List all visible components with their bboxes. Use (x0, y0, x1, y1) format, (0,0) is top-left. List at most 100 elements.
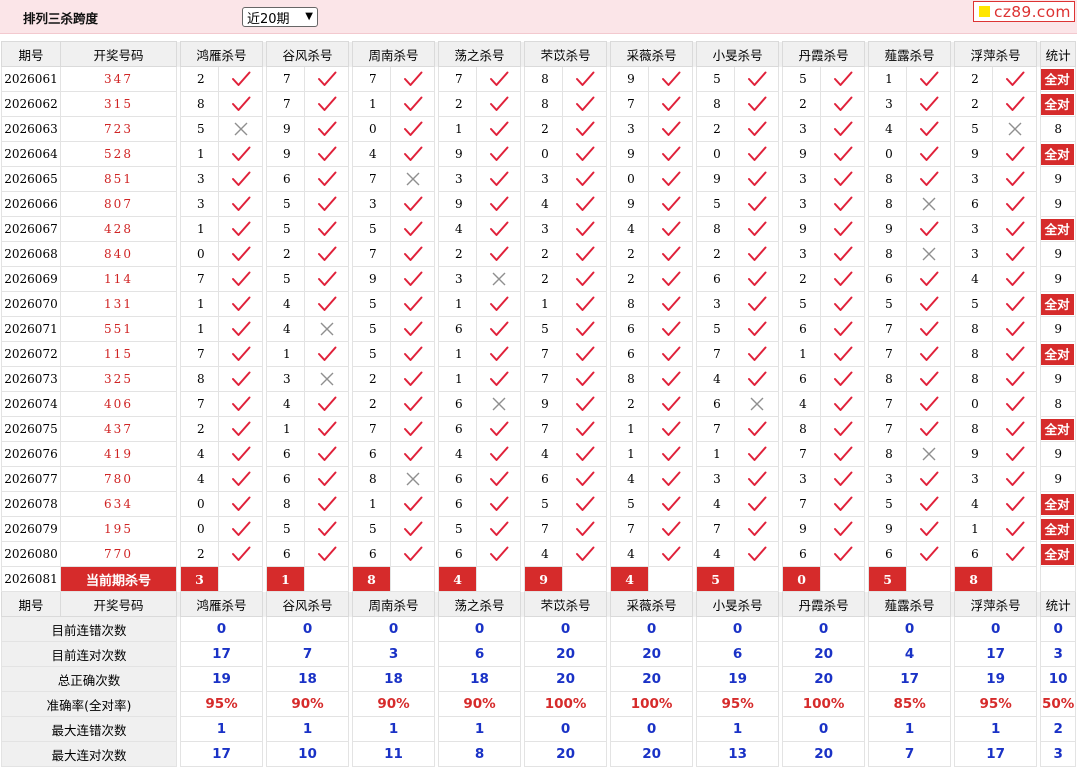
kill-number-cell: 4 (696, 541, 736, 567)
check-icon (304, 66, 350, 92)
kill-number-cell: 3 (782, 166, 822, 192)
kill-number-cell: 7 (696, 341, 736, 367)
check-icon (820, 266, 866, 292)
stat-value: 100% (524, 691, 608, 717)
kill-number-cell: 8 (954, 416, 994, 442)
kill-number-cell: 5 (782, 66, 822, 92)
period-cell: 2026063 (1, 116, 61, 142)
kill-number-cell: 5 (180, 116, 219, 142)
empty-cell (476, 566, 522, 592)
check-icon (734, 491, 780, 517)
cross-icon (390, 166, 436, 192)
kill-number-cell: 8 (180, 91, 219, 117)
stat-value: 11 (352, 741, 436, 767)
check-icon (648, 366, 694, 392)
stat-value: 90% (266, 691, 350, 717)
check-icon (734, 441, 780, 467)
check-icon (390, 341, 436, 367)
stat-cell: 全对 (1040, 341, 1077, 367)
winning-number-cell: 437 (60, 416, 177, 442)
check-icon (390, 141, 436, 167)
kill-number-cell: 7 (868, 391, 908, 417)
current-kill-number: 1 (266, 566, 306, 592)
kill-number-cell: 8 (868, 166, 908, 192)
kill-number-cell: 3 (782, 466, 822, 492)
kill-number-cell: 5 (868, 491, 908, 517)
stat-value: 0 (954, 616, 1038, 642)
kill-number-cell: 7 (352, 166, 392, 192)
kill-number-cell: 8 (524, 91, 564, 117)
kill-number-cell: 3 (868, 91, 908, 117)
period-range-select[interactable]: 近20期 ▼ (242, 7, 318, 27)
stat-value: 0 (610, 616, 694, 642)
kill-number-cell: 7 (266, 91, 306, 117)
stat-value: 0 (179, 616, 264, 642)
winning-number-cell: 840 (60, 241, 177, 267)
period-cell: 2026079 (1, 516, 61, 542)
check-icon (562, 366, 608, 392)
stat-cell: 9 (1040, 166, 1077, 192)
check-icon (476, 141, 522, 167)
stat-total: 2 (1040, 716, 1077, 742)
table-row: 2026072 115 7 1 5 1 7 6 7 1 7 8 全对 (1, 341, 1077, 367)
check-icon (304, 341, 350, 367)
stat-value: 6 (696, 641, 780, 667)
expert-header: 采薇杀号 (610, 41, 694, 67)
check-icon (648, 266, 694, 292)
check-icon (304, 166, 350, 192)
winning-number-cell: 195 (60, 516, 177, 542)
kill-number-cell: 3 (610, 116, 650, 142)
check-icon (734, 341, 780, 367)
check-icon (820, 516, 866, 542)
top-bar: 排列三杀跨度 近20期 ▼ cz89.com (0, 0, 1077, 34)
cross-icon (390, 466, 436, 492)
kill-number-cell: 6 (266, 541, 306, 567)
check-icon (992, 366, 1038, 392)
kill-number-cell: 7 (352, 241, 392, 267)
expert-header: 芣苡杀号 (524, 591, 608, 617)
stat-value: 20 (524, 741, 608, 767)
check-icon (648, 291, 694, 317)
stat-value: 1 (868, 716, 952, 742)
check-icon (217, 316, 264, 342)
kill-number-cell: 9 (438, 141, 478, 167)
stat-cell: 全对 (1040, 416, 1077, 442)
kill-number-cell: 1 (352, 491, 392, 517)
kill-number-cell: 4 (696, 491, 736, 517)
winning-number-cell: 851 (60, 166, 177, 192)
kill-number-cell: 0 (868, 141, 908, 167)
winning-number-cell: 551 (60, 316, 177, 342)
kill-number-cell: 7 (868, 341, 908, 367)
kill-number-cell: 3 (438, 266, 478, 292)
period-cell: 2026071 (1, 316, 61, 342)
kill-number-cell: 4 (524, 191, 564, 217)
kill-number-cell: 1 (610, 416, 650, 442)
kill-number-cell: 1 (180, 216, 219, 242)
kill-number-cell: 2 (782, 91, 822, 117)
kill-number-cell: 7 (610, 516, 650, 542)
period-cell: 2026077 (1, 466, 61, 492)
table-row: 2026068 840 0 2 7 2 2 2 2 3 8 3 9 (1, 241, 1077, 267)
check-icon (648, 416, 694, 442)
kill-number-cell: 1 (438, 116, 478, 142)
check-icon (906, 91, 952, 117)
stat-value: 20 (610, 741, 694, 767)
stat-total: 3 (1040, 741, 1077, 767)
check-icon (992, 516, 1038, 542)
empty-cell (390, 566, 436, 592)
kill-number-cell: 7 (524, 366, 564, 392)
check-icon (304, 266, 350, 292)
kill-number-cell: 5 (352, 341, 392, 367)
kill-number-cell: 7 (696, 416, 736, 442)
kill-number-cell: 3 (782, 116, 822, 142)
stat-value: 1 (179, 716, 264, 742)
site-logo[interactable]: cz89.com (973, 1, 1075, 22)
check-icon (390, 541, 436, 567)
check-icon (217, 216, 264, 242)
table-row: 2026061 347 2 7 7 7 8 9 5 5 1 2 全对 (1, 66, 1077, 92)
kill-number-cell: 6 (868, 266, 908, 292)
period-cell: 2026065 (1, 166, 61, 192)
check-icon (906, 541, 952, 567)
stat-row: 最大连对次数 17 10 11 8 20 20 13 20 7 17 3 (1, 741, 1077, 767)
all-right-badge: 全对 (1041, 493, 1074, 515)
